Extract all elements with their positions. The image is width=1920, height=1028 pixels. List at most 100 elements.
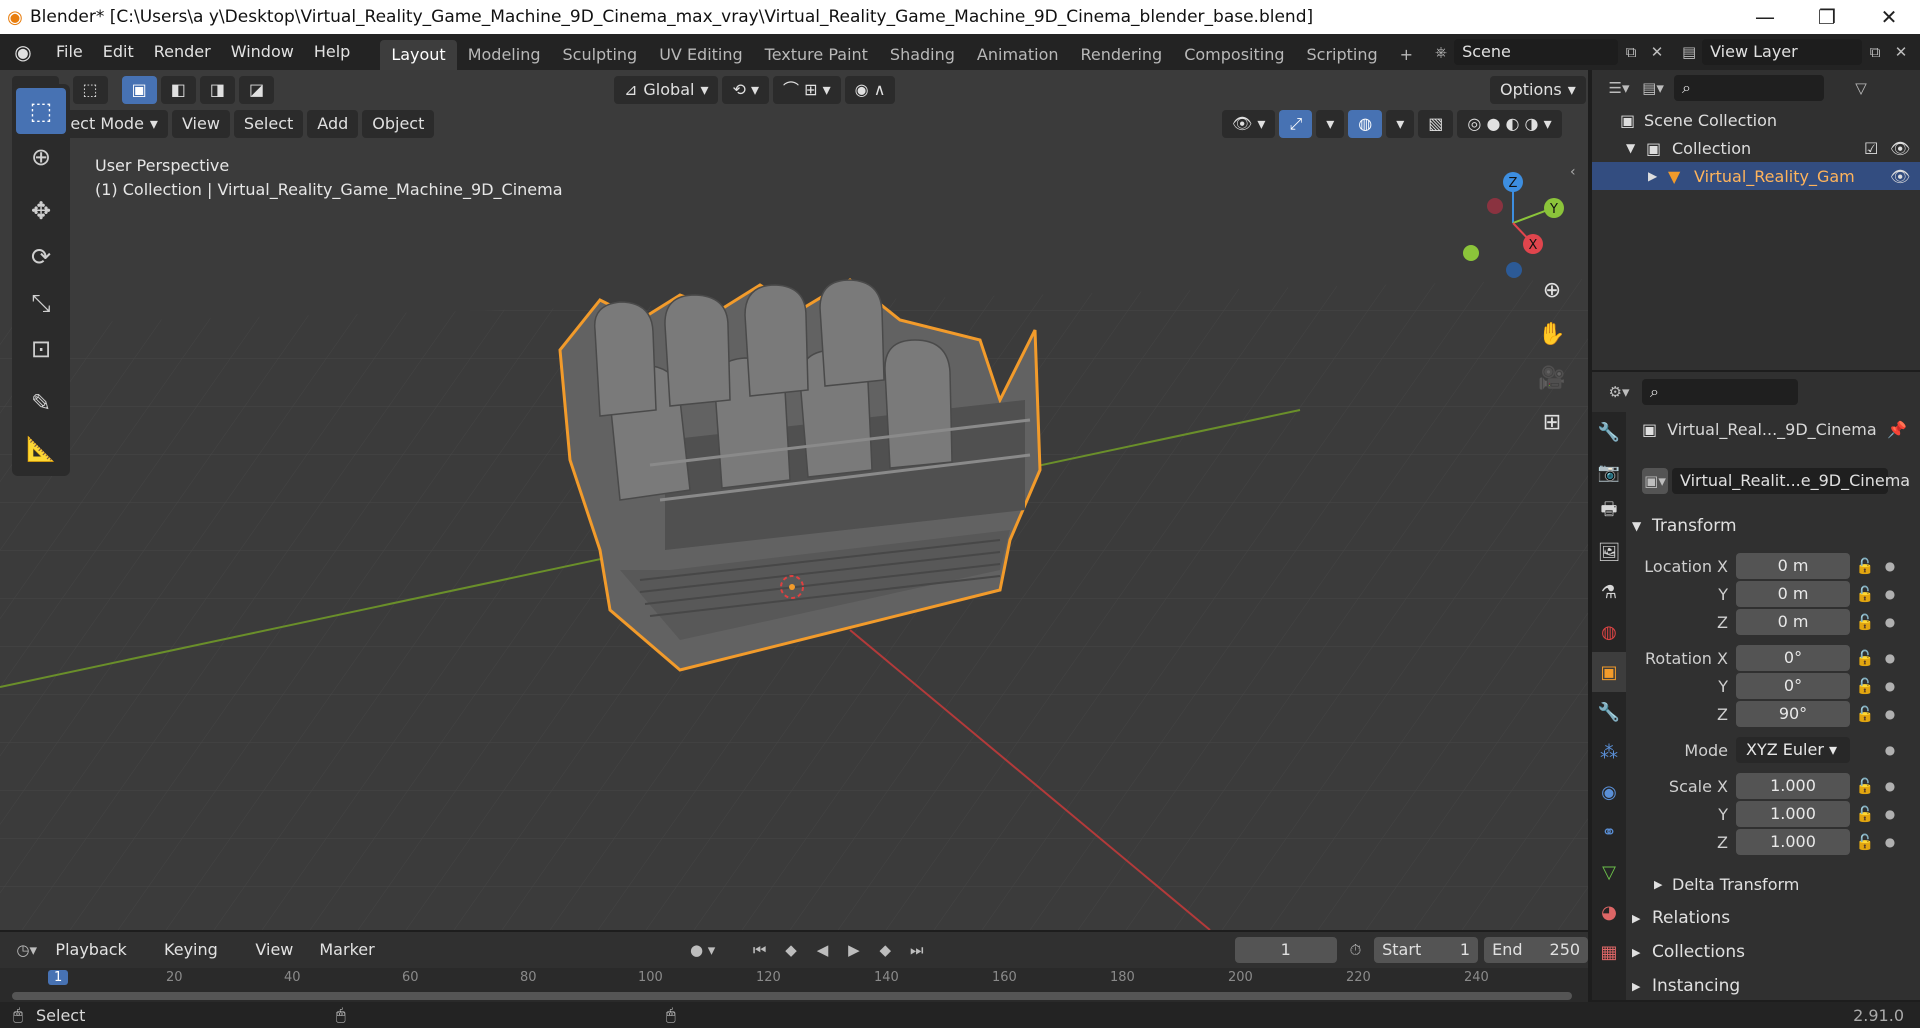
select-intersect-icon[interactable]: ◪ [239, 76, 275, 104]
options-dropdown[interactable]: Options ▾ [1490, 76, 1586, 104]
record-icon[interactable]: ● ▾ [690, 937, 715, 963]
outliner-row-collection[interactable]: ▼ ▣ Collection ☑ 👁 [1592, 134, 1920, 162]
data-tab-icon[interactable]: ▽ [1592, 852, 1626, 892]
scale-z-lock-icon[interactable]: 🔓 [1850, 833, 1880, 851]
blender-menu-icon[interactable]: ◉ [0, 40, 46, 64]
menu-help[interactable]: Help [304, 34, 360, 70]
proportional-editing[interactable]: ◉ ∧ [844, 76, 896, 104]
collection-visibility-icon[interactable]: 👁 [1890, 139, 1920, 158]
expand-collection-icon[interactable]: ▼ [1626, 141, 1646, 155]
keyframe-dot-icon[interactable]: ● [1880, 615, 1900, 629]
timeline-menu-view[interactable]: View [245, 936, 303, 964]
output-tab-icon[interactable]: 🖶 [1592, 492, 1626, 532]
gizmo-toggle-icon[interactable]: ⤢ [1279, 110, 1313, 138]
location-x-lock-icon[interactable]: 🔓 [1850, 557, 1880, 575]
navigation-gizmo[interactable]: Z Y X [1450, 158, 1580, 288]
keyframe-dot-icon[interactable]: ● [1880, 707, 1900, 721]
scale-x-lock-icon[interactable]: 🔓 [1850, 777, 1880, 795]
add-workspace-icon[interactable]: + [1389, 40, 1424, 70]
rotation-y-lock-icon[interactable]: 🔓 [1850, 677, 1880, 695]
new-view-layer-icon[interactable]: ⧉ [1862, 39, 1888, 65]
gizmo-dropdown-icon[interactable]: ▾ [1316, 110, 1345, 138]
play-reverse-icon[interactable]: ◀ [810, 937, 835, 963]
viewport-menu-view[interactable]: View [171, 110, 230, 138]
jump-start-icon[interactable]: ⏮ [747, 937, 772, 963]
move-tool-icon[interactable]: ✥ [16, 188, 66, 234]
view-layer-selector-icon[interactable]: ▤ [1676, 39, 1702, 65]
stopwatch-icon[interactable]: ⏱ [1343, 937, 1368, 963]
tab-sculpting[interactable]: Sculpting [551, 40, 648, 70]
pin-icon[interactable]: 📌 [1887, 420, 1907, 439]
rotation-x-lock-icon[interactable]: 🔓 [1850, 649, 1880, 667]
render-tab-icon[interactable]: 📷 [1592, 452, 1626, 492]
particles-tab-icon[interactable]: ⁂ [1592, 732, 1626, 772]
select-tool-icon[interactable]: ⬚ [72, 76, 108, 104]
rotation-y-field[interactable]: 0° [1736, 673, 1850, 699]
timeline-editor-type-icon[interactable]: ◷▾ [14, 937, 39, 963]
modifiers-tab-icon[interactable]: 🔧 [1592, 692, 1626, 732]
rotation-z-lock-icon[interactable]: 🔓 [1850, 705, 1880, 723]
collection-checkbox-icon[interactable]: ☑ [1864, 139, 1890, 158]
rotation-mode-dropdown[interactable]: XYZ Euler ▾ [1736, 737, 1850, 763]
maximize-button[interactable]: ❐ [1796, 5, 1858, 29]
outliner-search-input[interactable]: ⌕ [1674, 75, 1824, 101]
minimize-button[interactable]: — [1734, 5, 1796, 29]
location-x-field[interactable]: 0 m [1736, 553, 1850, 579]
scale-z-field[interactable]: 1.000 [1736, 829, 1850, 855]
view-layer-field[interactable]: View Layer [1702, 39, 1863, 65]
keyframe-dot-icon[interactable]: ● [1880, 559, 1900, 573]
overlay-toggle-icon[interactable]: ◍ [1348, 110, 1383, 138]
end-frame-field[interactable]: End 250 [1484, 937, 1589, 963]
scene-tab-icon[interactable]: ⚗ [1592, 572, 1626, 612]
tab-rendering[interactable]: Rendering [1070, 40, 1174, 70]
tab-modeling[interactable]: Modeling [457, 40, 552, 70]
location-z-lock-icon[interactable]: 🔓 [1850, 613, 1880, 631]
scene-selector-icon[interactable]: ⎈ [1428, 39, 1454, 65]
viewport-menu-select[interactable]: Select [233, 110, 304, 138]
keyframe-dot-icon[interactable]: ● [1880, 743, 1900, 757]
location-y-lock-icon[interactable]: 🔓 [1850, 585, 1880, 603]
menu-edit[interactable]: Edit [93, 34, 144, 70]
object-tab-icon[interactable]: ▣ [1592, 652, 1626, 692]
zoom-icon[interactable]: ⊕ [1532, 270, 1572, 310]
timeline-scrollbar[interactable] [12, 992, 1572, 1000]
select-box-mode-icon[interactable]: ▣ [121, 76, 157, 104]
instancing-panel-header[interactable]: ▶ Instancing [1632, 970, 1916, 1002]
rotation-z-field[interactable]: 90° [1736, 701, 1850, 727]
material-tab-icon[interactable]: ◕ [1592, 892, 1626, 932]
cursor-tool-icon[interactable]: ⊕ [16, 134, 66, 180]
relations-panel-header[interactable]: ▶ Relations [1632, 902, 1916, 934]
timeline-menu-playback[interactable]: Playback ▾ [45, 936, 148, 987]
jump-end-icon[interactable]: ⏭ [904, 937, 929, 963]
ortho-toggle-icon[interactable]: ⊞ [1532, 402, 1572, 442]
select-subtract-icon[interactable]: ◨ [199, 76, 236, 104]
menu-render[interactable]: Render [144, 34, 221, 70]
location-y-field[interactable]: 0 m [1736, 581, 1850, 607]
world-tab-icon[interactable]: ◍ [1592, 612, 1626, 652]
timeline-menu-keying[interactable]: Keying ▾ [154, 936, 239, 987]
scale-x-field[interactable]: 1.000 [1736, 773, 1850, 799]
tab-shading[interactable]: Shading [879, 40, 966, 70]
expand-object-icon[interactable]: ▶ [1648, 169, 1668, 183]
tab-uv-editing[interactable]: UV Editing [648, 40, 753, 70]
texture-tab-icon[interactable]: ▦ [1592, 932, 1626, 972]
orientation-dropdown[interactable]: ⊿ Global ▾ [614, 76, 719, 104]
properties-search-input[interactable]: ⌕ [1642, 379, 1798, 405]
object-visibility-icon[interactable]: 👁 [1890, 167, 1920, 186]
tab-texture-paint[interactable]: Texture Paint [754, 40, 879, 70]
keyframe-dot-icon[interactable]: ● [1880, 587, 1900, 601]
location-z-field[interactable]: 0 m [1736, 609, 1850, 635]
timeline-ruler[interactable]: 1 20 40 60 80 100 120 140 160 180 200 220 240 [0, 968, 1588, 1002]
tab-compositing[interactable]: Compositing [1173, 40, 1295, 70]
shading-modes[interactable]: ◎ ● ◐ ◑ ▾ [1457, 110, 1562, 138]
measure-tool-icon[interactable]: 📐 [16, 426, 66, 472]
object-name-field[interactable]: Virtual_Realit...e_9D_Cinema [1672, 468, 1910, 494]
object-browse-icon[interactable]: ▣▾ [1642, 468, 1668, 494]
viewport-menu-add[interactable]: Add [307, 110, 359, 138]
tab-scripting[interactable]: Scripting [1296, 40, 1389, 70]
constraints-tab-icon[interactable]: ⚭ [1592, 812, 1626, 852]
xray-toggle-icon[interactable]: ▧ [1418, 110, 1454, 138]
display-mode-icon[interactable]: ▤▾ [1640, 75, 1666, 101]
editor-type-icon[interactable]: ☰▾ [1606, 75, 1632, 101]
viewport-menu-object[interactable]: Object [362, 110, 435, 138]
